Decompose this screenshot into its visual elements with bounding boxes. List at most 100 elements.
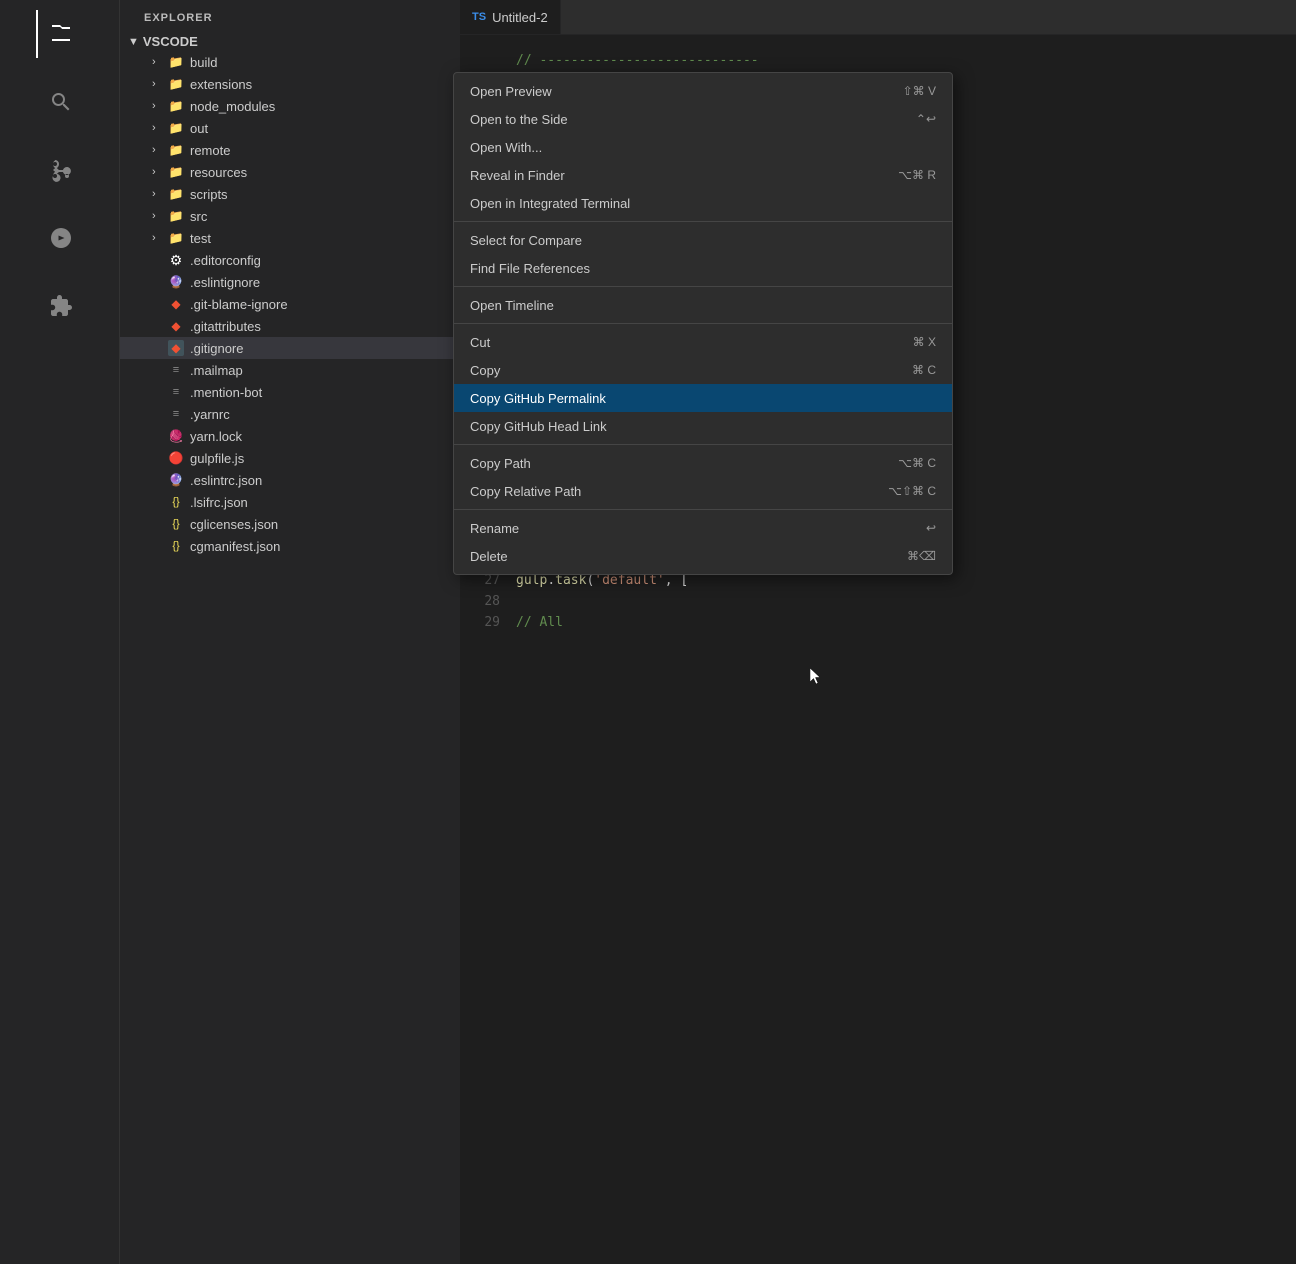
folder-out[interactable]: › 📁 out bbox=[120, 117, 460, 139]
folder-extensions-label: extensions bbox=[190, 77, 252, 92]
vscode-folder-header[interactable]: ▼ VSCODE bbox=[120, 32, 460, 51]
menu-item-select-compare[interactable]: Select for Compare bbox=[454, 226, 952, 254]
file-gulpfile-label: gulpfile.js bbox=[190, 451, 244, 466]
menu-item-copy-github-head-link[interactable]: Copy GitHub Head Link bbox=[454, 412, 952, 440]
folder-resources[interactable]: › 📁 resources bbox=[120, 161, 460, 183]
open-side-label: Open to the Side bbox=[470, 112, 884, 127]
folder-build[interactable]: › 📁 build bbox=[120, 51, 460, 73]
folder-icon: 📁 bbox=[168, 76, 184, 92]
copy-path-label: Copy Path bbox=[470, 456, 866, 471]
menu-item-copy-relative-path[interactable]: Copy Relative Path ⌥⇧⌘ C bbox=[454, 477, 952, 505]
menu-item-rename[interactable]: Rename ↩ bbox=[454, 514, 952, 542]
cgmanifest-icon: {} bbox=[168, 538, 184, 554]
file-mention-bot[interactable]: › ≡ .mention-bot bbox=[120, 381, 460, 403]
folder-icon: 📁 bbox=[168, 54, 184, 70]
debug-icon bbox=[49, 226, 73, 250]
file-gulpfile[interactable]: › 🔴 gulpfile.js bbox=[120, 447, 460, 469]
file-git-blame-label: .git-blame-ignore bbox=[190, 297, 288, 312]
menu-item-open-side[interactable]: Open to the Side ⌃↩ bbox=[454, 105, 952, 133]
separator-3 bbox=[454, 323, 952, 324]
cut-label: Cut bbox=[470, 335, 881, 350]
chevron-right-icon: › bbox=[152, 78, 164, 90]
editor-tab-untitled[interactable]: TS Untitled-2 bbox=[460, 0, 561, 34]
open-timeline-label: Open Timeline bbox=[470, 298, 904, 313]
menu-item-cut[interactable]: Cut ⌘ X bbox=[454, 328, 952, 356]
file-gitattributes[interactable]: › ◆ .gitattributes bbox=[120, 315, 460, 337]
menu-item-open-timeline[interactable]: Open Timeline bbox=[454, 291, 952, 319]
copy-label: Copy bbox=[470, 363, 880, 378]
folder-scripts[interactable]: › 📁 scripts bbox=[120, 183, 460, 205]
file-eslintrc-label: .eslintrc.json bbox=[190, 473, 262, 488]
file-lsifrc-label: .lsifrc.json bbox=[190, 495, 248, 510]
folder-src[interactable]: › 📁 src bbox=[120, 205, 460, 227]
copy-github-head-link-label: Copy GitHub Head Link bbox=[470, 419, 904, 434]
file-lsifrc-json[interactable]: › {} .lsifrc.json bbox=[120, 491, 460, 513]
file-mention-bot-label: .mention-bot bbox=[190, 385, 262, 400]
menu-item-copy-path[interactable]: Copy Path ⌥⌘ C bbox=[454, 449, 952, 477]
activity-bar-source-control[interactable] bbox=[36, 146, 84, 194]
reveal-finder-label: Reveal in Finder bbox=[470, 168, 866, 183]
folder-out-label: out bbox=[190, 121, 208, 136]
context-menu: Open Preview ⇧⌘ V Open to the Side ⌃↩ Op… bbox=[453, 72, 953, 575]
folder-remote[interactable]: › 📁 remote bbox=[120, 139, 460, 161]
rename-shortcut: ↩ bbox=[926, 521, 936, 535]
delete-label: Delete bbox=[470, 549, 875, 564]
open-terminal-label: Open in Integrated Terminal bbox=[470, 196, 904, 211]
file-yarnrc[interactable]: › ≡ .yarnrc bbox=[120, 403, 460, 425]
file-cglicenses-json[interactable]: › {} cglicenses.json bbox=[120, 513, 460, 535]
file-editorconfig[interactable]: › ⚙ .editorconfig bbox=[120, 249, 460, 271]
copy-relative-path-label: Copy Relative Path bbox=[470, 484, 856, 499]
menu-item-find-refs[interactable]: Find File References bbox=[454, 254, 952, 282]
menu-item-open-with[interactable]: Open With... bbox=[454, 133, 952, 161]
rename-label: Rename bbox=[470, 521, 894, 536]
file-eslintignore[interactable]: › 🔮 .eslintignore bbox=[120, 271, 460, 293]
chevron-right-icon: › bbox=[152, 144, 164, 156]
file-git-blame-ignore[interactable]: › ◆ .git-blame-ignore bbox=[120, 293, 460, 315]
folder-node-modules-label: node_modules bbox=[190, 99, 275, 114]
file-cglicenses-label: cglicenses.json bbox=[190, 517, 278, 532]
chevron-right-icon: › bbox=[152, 188, 164, 200]
folder-extensions[interactable]: › 📁 extensions bbox=[120, 73, 460, 95]
activity-bar-explorer[interactable] bbox=[36, 10, 84, 58]
folder-icon: 📁 bbox=[168, 208, 184, 224]
find-refs-label: Find File References bbox=[470, 261, 904, 276]
copy-github-permalink-label: Copy GitHub Permalink bbox=[470, 391, 904, 406]
search-icon bbox=[49, 90, 73, 114]
cut-shortcut: ⌘ X bbox=[913, 335, 936, 349]
chevron-right-icon: › bbox=[152, 166, 164, 178]
file-eslintrc-json[interactable]: › 🔮 .eslintrc.json bbox=[120, 469, 460, 491]
folder-icon: 📁 bbox=[168, 120, 184, 136]
menu-item-open-preview[interactable]: Open Preview ⇧⌘ V bbox=[454, 77, 952, 105]
menu-item-copy-github-permalink[interactable]: Copy GitHub Permalink bbox=[454, 384, 952, 412]
folder-test[interactable]: › 📁 test bbox=[120, 227, 460, 249]
chevron-right-icon: › bbox=[152, 56, 164, 68]
menu-item-delete[interactable]: Delete ⌘⌫ bbox=[454, 542, 952, 570]
folder-icon: 📁 bbox=[168, 186, 184, 202]
file-cgmanifest-json[interactable]: › {} cgmanifest.json bbox=[120, 535, 460, 557]
eslint-icon: 🔮 bbox=[168, 274, 184, 290]
file-gitattributes-label: .gitattributes bbox=[190, 319, 261, 334]
chevron-right-icon: › bbox=[152, 210, 164, 222]
chevron-right-icon: › bbox=[152, 232, 164, 244]
copy-shortcut: ⌘ C bbox=[912, 363, 936, 377]
folder-node-modules[interactable]: › 📁 node_modules bbox=[120, 95, 460, 117]
select-compare-label: Select for Compare bbox=[470, 233, 904, 248]
file-gitignore[interactable]: › ◆ .gitignore bbox=[120, 337, 460, 359]
file-gitignore-label: .gitignore bbox=[190, 341, 243, 356]
reveal-finder-shortcut: ⌥⌘ R bbox=[898, 168, 936, 182]
editor-tab-label: Untitled-2 bbox=[492, 10, 548, 25]
activity-bar-extensions[interactable] bbox=[36, 282, 84, 330]
git-blame-icon: ◆ bbox=[168, 296, 184, 312]
separator-1 bbox=[454, 221, 952, 222]
file-yarn-lock[interactable]: › 🧶 yarn.lock bbox=[120, 425, 460, 447]
activity-bar-debug[interactable] bbox=[36, 214, 84, 262]
folder-resources-label: resources bbox=[190, 165, 247, 180]
file-yarn-lock-label: yarn.lock bbox=[190, 429, 242, 444]
menu-item-reveal-finder[interactable]: Reveal in Finder ⌥⌘ R bbox=[454, 161, 952, 189]
activity-bar-search[interactable] bbox=[36, 78, 84, 126]
menu-item-copy[interactable]: Copy ⌘ C bbox=[454, 356, 952, 384]
menu-item-open-terminal[interactable]: Open in Integrated Terminal bbox=[454, 189, 952, 217]
file-mailmap[interactable]: › ≡ .mailmap bbox=[120, 359, 460, 381]
folder-icon: 📁 bbox=[168, 142, 184, 158]
explorer-title: EXPLORER bbox=[120, 0, 460, 32]
